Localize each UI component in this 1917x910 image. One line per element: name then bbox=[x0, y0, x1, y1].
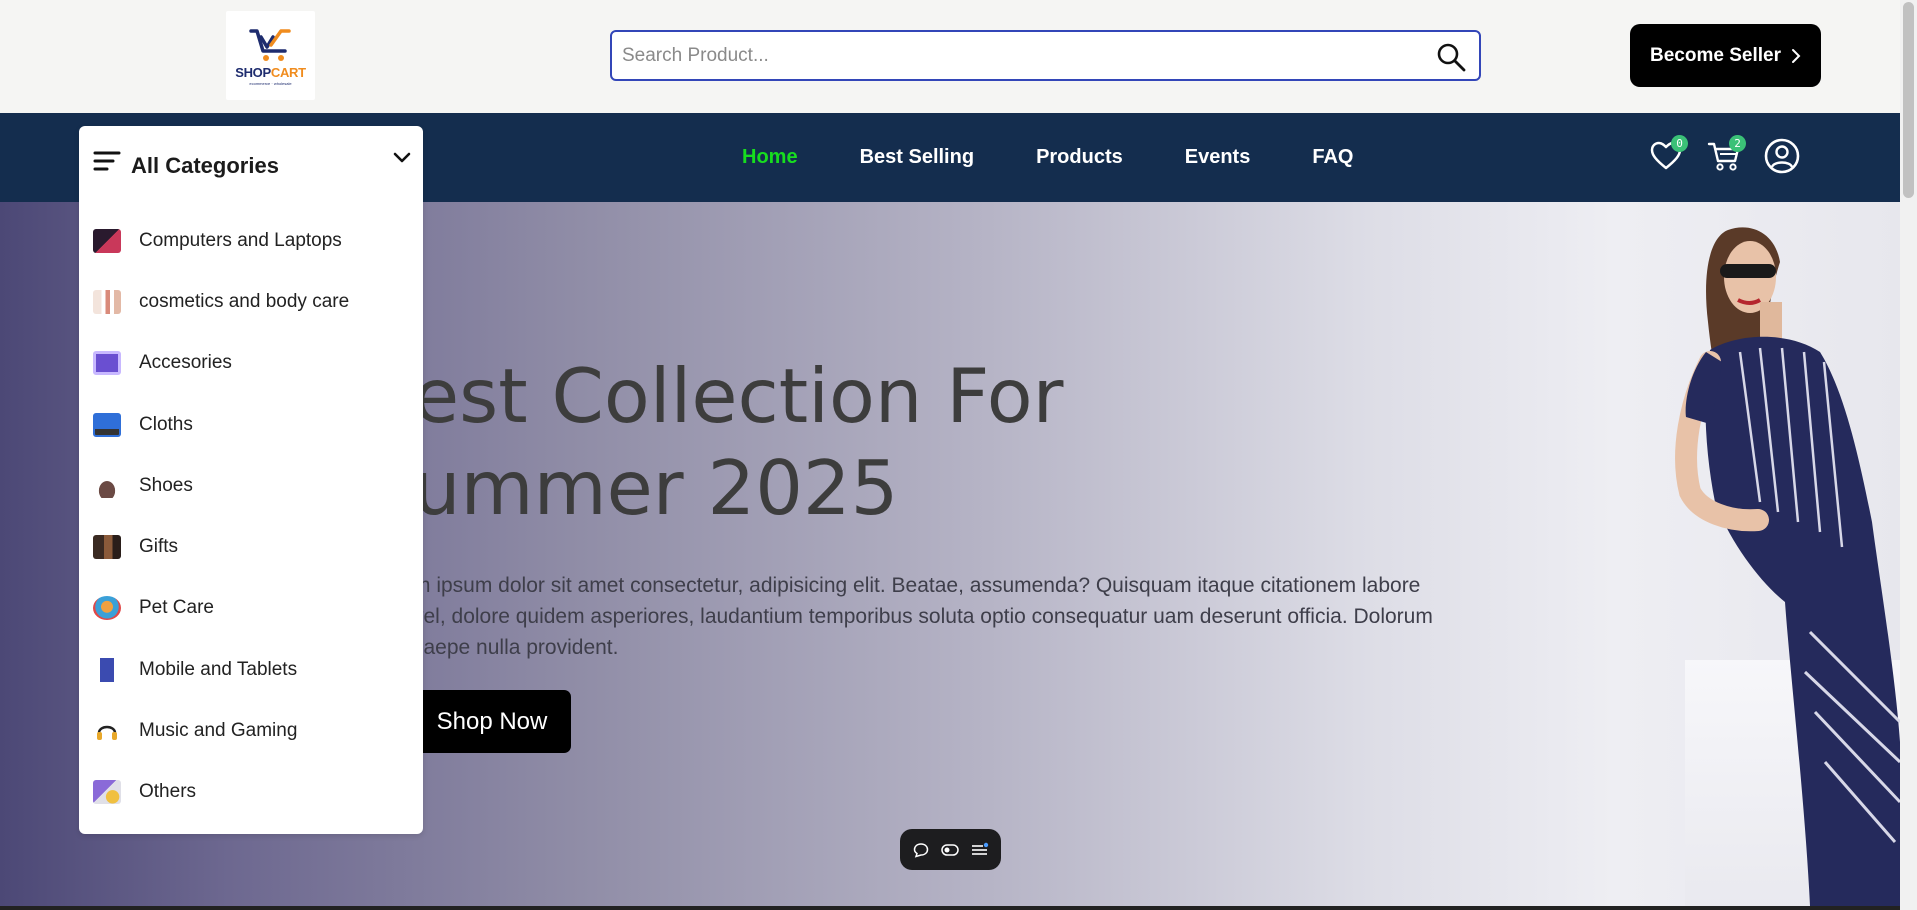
category-item-accessories[interactable]: Accesories bbox=[79, 333, 423, 394]
category-label: Mobile and Tablets bbox=[139, 658, 298, 680]
menu-button[interactable] bbox=[968, 838, 992, 862]
toggle-icon bbox=[941, 843, 960, 856]
chevron-down-icon bbox=[393, 152, 411, 163]
nav-link-products[interactable]: Products bbox=[1036, 146, 1123, 169]
top-header: SHOPCART ecommerce · wholesale Become Se… bbox=[0, 0, 1900, 113]
site-logo[interactable]: SHOPCART ecommerce · wholesale bbox=[226, 11, 315, 100]
category-item-gifts[interactable]: Gifts bbox=[79, 516, 423, 577]
categories-toggle[interactable]: All Categories bbox=[79, 126, 423, 201]
hero-title: est Collection For ummer 2025 bbox=[413, 352, 1064, 532]
comment-icon bbox=[913, 842, 929, 858]
nav-link-home[interactable]: Home bbox=[742, 146, 798, 169]
wishlist-button[interactable]: 0 bbox=[1648, 135, 1688, 174]
category-label: Cloths bbox=[139, 413, 193, 435]
category-item-mobile[interactable]: Mobile and Tablets bbox=[79, 639, 423, 700]
category-item-computers[interactable]: Computers and Laptops bbox=[79, 210, 423, 271]
logo-tagline: ecommerce · wholesale bbox=[249, 81, 292, 86]
shoe-icon bbox=[93, 473, 121, 498]
mobile-icon bbox=[93, 657, 121, 682]
laptop-icon bbox=[93, 228, 121, 253]
category-label: Music and Gaming bbox=[139, 720, 298, 742]
category-item-shoes[interactable]: Shoes bbox=[79, 455, 423, 516]
category-item-others[interactable]: Others bbox=[79, 762, 423, 823]
shop-now-button[interactable]: Shop Now bbox=[413, 690, 571, 753]
category-item-cosmetics[interactable]: cosmetics and body care bbox=[79, 271, 423, 332]
category-item-pet-care[interactable]: Pet Care bbox=[79, 578, 423, 639]
category-label: Shoes bbox=[139, 474, 193, 496]
chevron-right-icon bbox=[1791, 48, 1801, 63]
clothing-icon bbox=[93, 412, 121, 437]
nav-icon-group: 0 2 bbox=[1648, 135, 1800, 174]
cart-icon bbox=[248, 29, 291, 61]
nav-link-faq[interactable]: FAQ bbox=[1312, 146, 1353, 169]
logo-wordmark: SHOPCART bbox=[235, 65, 306, 80]
category-label: Others bbox=[139, 781, 197, 803]
comment-button[interactable] bbox=[909, 838, 933, 862]
nav-link-events[interactable]: Events bbox=[1185, 146, 1251, 169]
categories-dropdown: All Categories Computers and Laptops cos… bbox=[79, 126, 423, 834]
profile-button[interactable] bbox=[1764, 138, 1800, 174]
categories-title: All Categories bbox=[131, 153, 279, 178]
category-label: cosmetics and body care bbox=[139, 290, 350, 312]
search-button[interactable] bbox=[1435, 41, 1467, 73]
become-seller-label: Become Seller bbox=[1650, 44, 1781, 66]
become-seller-button[interactable]: Become Seller bbox=[1630, 24, 1821, 87]
floating-toolbar bbox=[900, 829, 1001, 870]
cart-count-badge: 2 bbox=[1729, 135, 1746, 152]
search-icon bbox=[1437, 43, 1466, 72]
scrollbar-thumb[interactable] bbox=[1903, 2, 1914, 198]
toggle-button[interactable] bbox=[938, 838, 962, 862]
categories-list: Computers and Laptops cosmetics and body… bbox=[79, 210, 423, 823]
search-input[interactable] bbox=[622, 32, 1422, 79]
category-label: Gifts bbox=[139, 536, 179, 558]
nav-links: Home Best Selling Products Events FAQ bbox=[742, 113, 1415, 202]
category-item-cloths[interactable]: Cloths bbox=[79, 394, 423, 455]
others-icon bbox=[93, 780, 121, 805]
user-circle-icon bbox=[1764, 138, 1800, 174]
menu-lines-icon bbox=[93, 151, 121, 171]
headphones-icon bbox=[93, 719, 121, 743]
menu-lines-icon bbox=[972, 842, 989, 855]
pet-icon bbox=[93, 596, 121, 621]
accessories-icon bbox=[93, 351, 121, 376]
search-bar bbox=[610, 30, 1481, 81]
category-label: Computers and Laptops bbox=[139, 229, 342, 251]
nav-link-best-selling[interactable]: Best Selling bbox=[860, 146, 974, 169]
cosmetics-icon bbox=[93, 289, 121, 314]
category-item-music-gaming[interactable]: Music and Gaming bbox=[79, 700, 423, 761]
hero-description: m ipsum dolor sit amet consectetur, adip… bbox=[413, 574, 1433, 659]
hero-model-image bbox=[1675, 227, 1900, 906]
gift-icon bbox=[93, 535, 121, 560]
category-label: Pet Care bbox=[139, 597, 214, 619]
cart-button[interactable]: 2 bbox=[1706, 135, 1746, 174]
category-label: Accesories bbox=[139, 352, 232, 374]
page-bottom-edge bbox=[0, 906, 1900, 910]
wishlist-count-badge: 0 bbox=[1671, 135, 1688, 152]
